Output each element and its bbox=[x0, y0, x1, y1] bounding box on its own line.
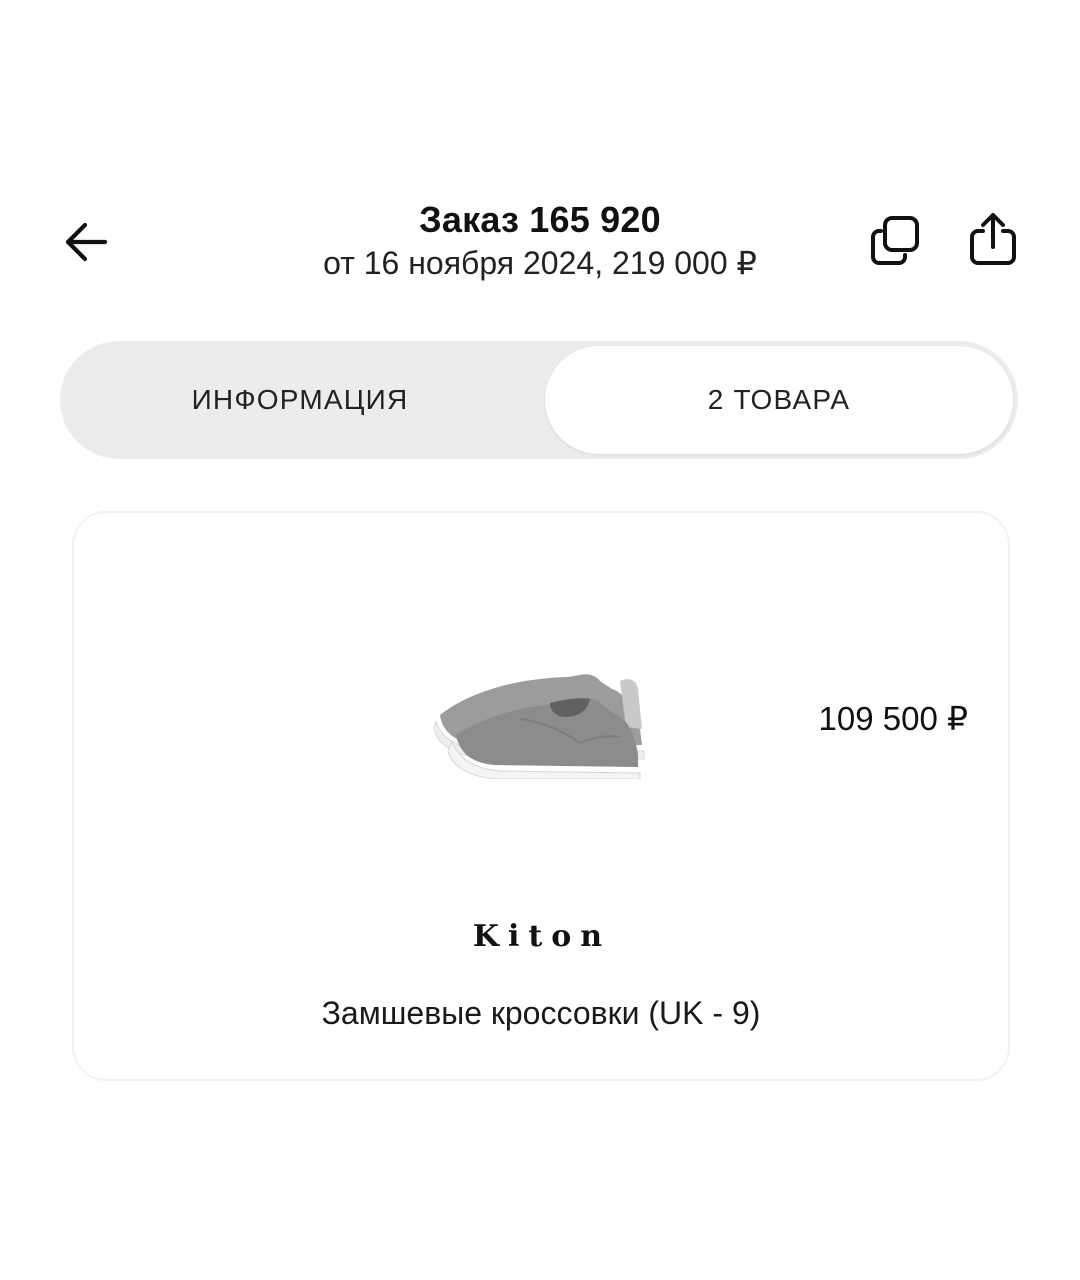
order-title-block: Заказ 165 920 от 16 ноября 2024, 219 000… bbox=[240, 198, 840, 284]
tab-items[interactable]: 2 ТОВАРА bbox=[545, 346, 1013, 454]
back-button[interactable] bbox=[56, 212, 116, 272]
copy-button[interactable] bbox=[862, 208, 928, 274]
copy-icon bbox=[871, 216, 919, 265]
share-button[interactable] bbox=[962, 206, 1024, 272]
brand-logo-text: Kiton bbox=[472, 918, 612, 954]
segmented-control: ИНФОРМАЦИЯ 2 ТОВАРА bbox=[60, 341, 1018, 459]
share-icon bbox=[970, 213, 1016, 265]
sneakers-image bbox=[433, 674, 645, 779]
product-name: Замшевые кроссовки (UK - 9) bbox=[321, 995, 761, 1031]
order-header: Заказ 165 920 от 16 ноября 2024, 219 000… bbox=[0, 190, 1080, 300]
brand-logo: Kiton bbox=[428, 911, 656, 961]
page-title: Заказ 165 920 bbox=[419, 199, 661, 240]
arrow-left-icon bbox=[65, 222, 108, 262]
order-subtitle: от 16 ноября 2024, 219 000 ₽ bbox=[323, 245, 757, 281]
tab-information[interactable]: ИНФОРМАЦИЯ bbox=[60, 341, 540, 459]
product-price: 109 500 ₽ bbox=[818, 700, 968, 737]
product-card[interactable]: 109 500 ₽ Kiton Замшевые кроссовки (UK -… bbox=[72, 511, 1010, 1081]
